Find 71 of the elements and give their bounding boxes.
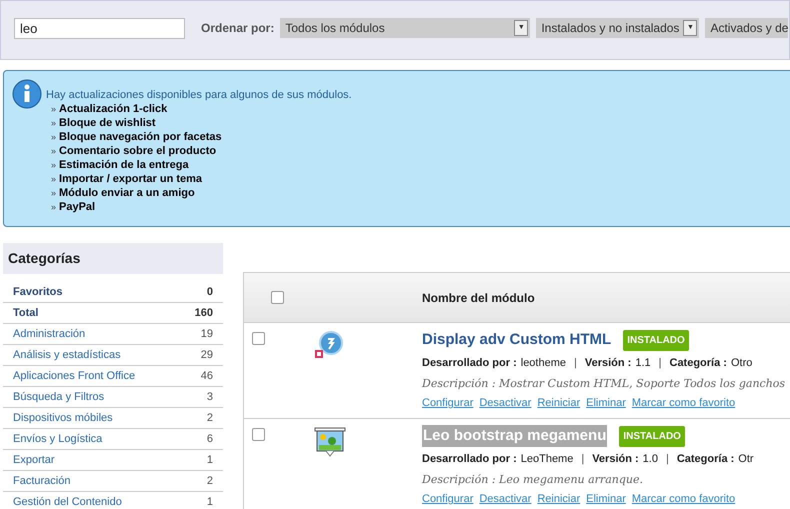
action-link[interactable]: Reiniciar xyxy=(537,491,580,508)
notice-message: Hay actualizaciones disponibles para algunos de sus módulos. xyxy=(46,88,352,102)
bullet-mark: » xyxy=(51,201,56,214)
separator: | xyxy=(574,356,577,371)
author-value: LeoTheme xyxy=(520,452,574,467)
picture-icon xyxy=(314,427,346,459)
module-update-link[interactable]: Módulo enviar a un amigo xyxy=(59,186,195,200)
module-update-link[interactable]: Bloque navegación por facetas xyxy=(59,130,222,144)
sort-label: Ordenar por: xyxy=(201,20,274,37)
info-icon xyxy=(12,79,42,109)
module-name: Leo bootstrap megamenu xyxy=(422,424,608,448)
action-link[interactable]: Reiniciar xyxy=(537,395,580,412)
bullet-mark: » xyxy=(51,117,56,130)
column-header: Nombre del módulo xyxy=(422,290,535,306)
action-link[interactable]: Configurar xyxy=(422,491,474,508)
sidebar-header: Categorías xyxy=(3,243,223,274)
module-update-link[interactable]: Estimación de la entrega xyxy=(59,158,189,172)
version-label: Versión : xyxy=(584,356,632,371)
module-update-link[interactable]: PayPal xyxy=(59,200,96,214)
category-item[interactable]: Total 160 xyxy=(3,303,223,324)
category-item[interactable]: Favoritos 0 xyxy=(3,282,223,303)
category-item[interactable]: Gestión del Contenido 1 xyxy=(3,492,223,509)
checkbox[interactable] xyxy=(252,332,265,345)
action-link[interactable]: Eliminar xyxy=(586,491,626,508)
bullet-mark: » xyxy=(51,103,56,116)
action-link[interactable]: Marcar como favorito xyxy=(632,491,736,508)
module-update-link[interactable]: Comentario sobre el producto xyxy=(59,144,216,158)
author-label: Desarrollado por : xyxy=(422,356,517,371)
separator: | xyxy=(666,452,669,467)
category-item[interactable]: Dispositivos móbiles 2 xyxy=(3,408,223,429)
action-link[interactable]: Eliminar xyxy=(586,395,626,412)
category-item[interactable]: Análisis y estadísticas 29 xyxy=(3,345,223,366)
action-link[interactable]: Desactivar xyxy=(479,395,532,412)
category-label: Categoría : xyxy=(670,356,727,371)
status-badge: INSTALADO xyxy=(619,426,685,446)
status-badge: INSTALADO xyxy=(623,330,689,350)
category-item[interactable]: Envíos y Logística 6 xyxy=(3,429,223,450)
globe-icon xyxy=(314,331,344,361)
module-update-link[interactable]: Importar / exportar un tema xyxy=(59,172,202,186)
module-update-link[interactable]: Bloque de wishlist xyxy=(59,116,156,130)
bullet-mark: » xyxy=(51,159,56,172)
action-link[interactable]: Configurar xyxy=(422,395,474,412)
bullet-mark: » xyxy=(51,173,56,186)
module-description: Descripción : Mostrar Custom HTML, Soporte Todos los ganchos xyxy=(422,376,786,392)
filter-dropdown[interactable]: Activados y de xyxy=(705,18,788,38)
bullet-mark: » xyxy=(51,187,56,200)
checkbox[interactable] xyxy=(252,428,265,441)
separator: | xyxy=(658,356,662,371)
module-description: Descripción : Leo megamenu arranque. xyxy=(422,472,644,488)
separator: | xyxy=(581,452,584,467)
action-link[interactable]: Marcar como favorito xyxy=(632,395,736,412)
checkbox[interactable] xyxy=(271,291,284,304)
category-item[interactable]: Aplicaciones Front Office 46 xyxy=(3,366,223,387)
search-field[interactable]: leo xyxy=(14,18,185,39)
category-value: Otro xyxy=(730,356,752,371)
version-value: 1.0 xyxy=(642,452,658,467)
module-update-link[interactable]: Actualización 1-click xyxy=(59,102,168,116)
action-link[interactable]: Desactivar xyxy=(479,491,532,508)
bullet-mark: » xyxy=(51,145,56,158)
author-value: leotheme xyxy=(520,356,566,371)
category-item[interactable]: Exportar 1 xyxy=(3,450,223,471)
category-item[interactable]: Facturación 2 xyxy=(3,471,223,492)
version-value: 1.1 xyxy=(635,356,651,371)
category-label: Categoría : xyxy=(676,452,734,467)
category-item[interactable]: Administración 19 xyxy=(3,324,223,345)
bullet-mark: » xyxy=(51,131,56,144)
category-item[interactable]: Búsqueda y Filtros 3 xyxy=(3,387,223,408)
version-label: Versión : xyxy=(592,452,639,467)
category-value: Otr xyxy=(738,452,754,467)
module-name: Display adv Custom HTML xyxy=(422,330,612,350)
author-label: Desarrollado por : xyxy=(422,452,517,467)
